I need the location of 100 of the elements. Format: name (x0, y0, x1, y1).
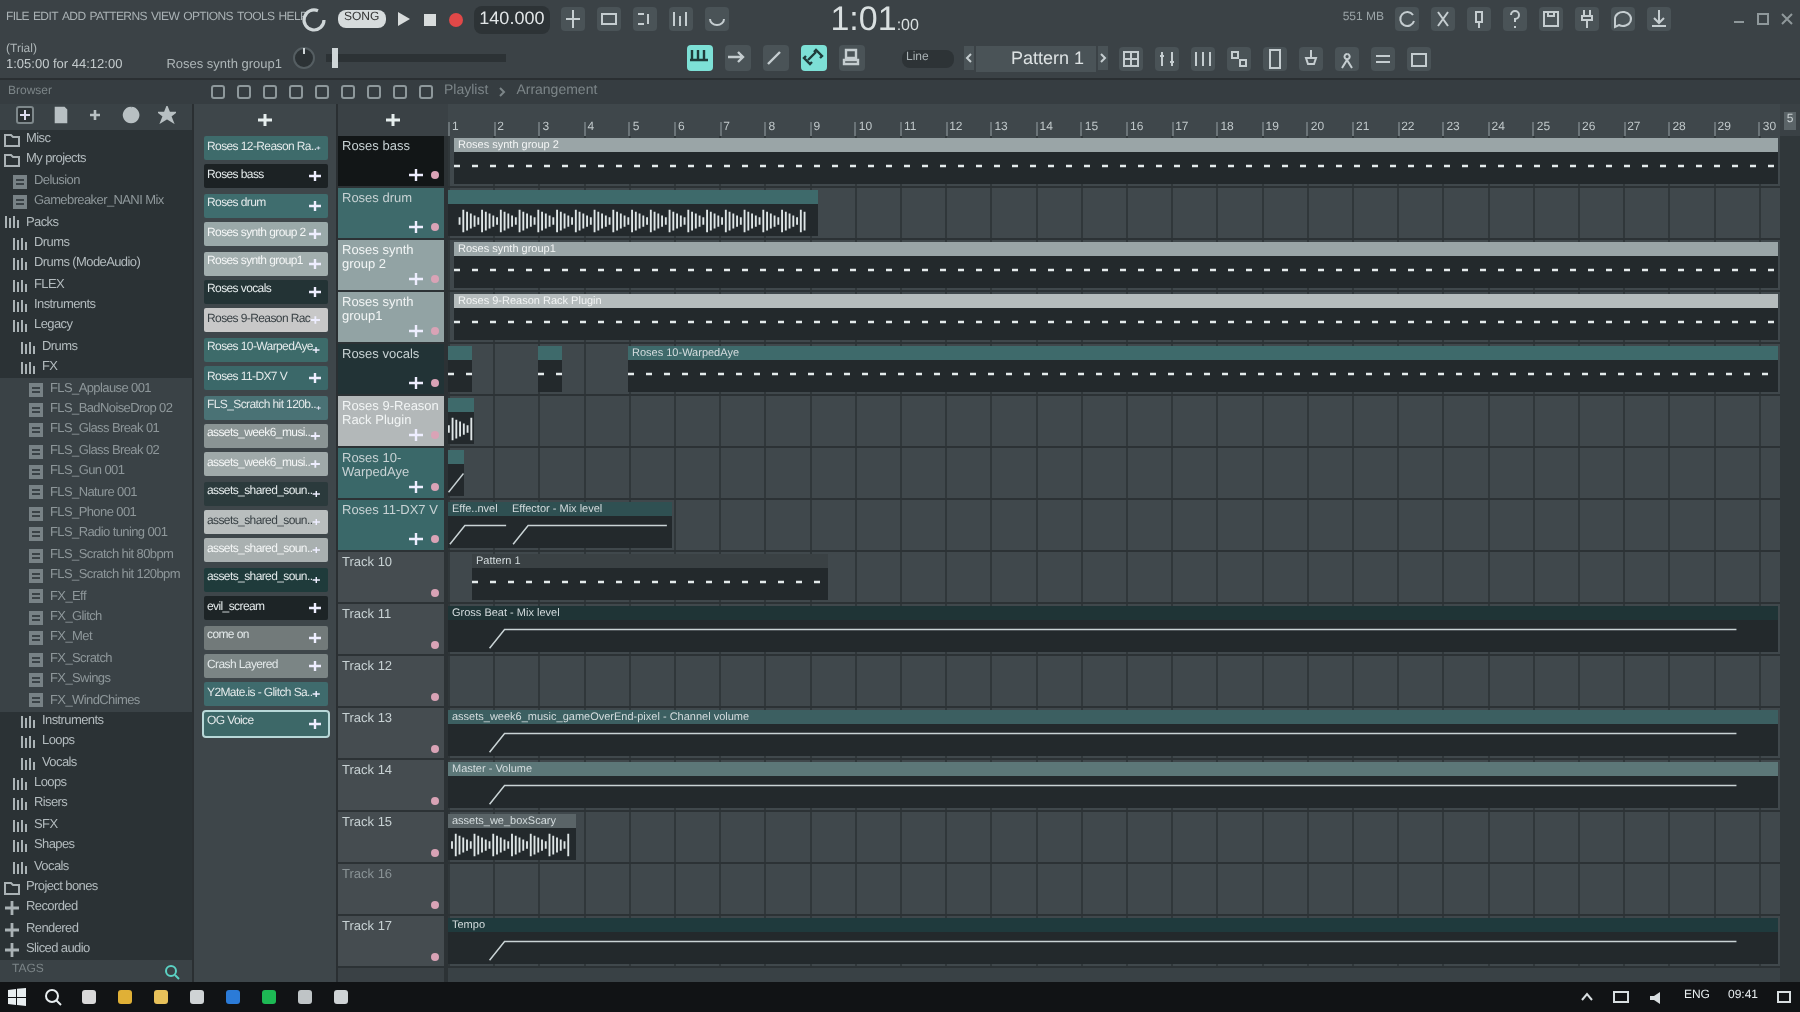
track-button[interactable] (430, 692, 440, 702)
track-button[interactable] (430, 170, 440, 180)
chat-icon[interactable] (1610, 6, 1636, 33)
file-icon (28, 464, 44, 481)
pack-icon (12, 256, 28, 273)
next-icon[interactable] (1098, 46, 1108, 71)
previous-icon[interactable] (964, 46, 974, 71)
plus-icon (4, 900, 20, 917)
refresh-icon[interactable] (1394, 6, 1420, 33)
pack-icon (12, 235, 28, 252)
maximize-icon[interactable] (1756, 12, 1770, 27)
track-button[interactable] (430, 326, 440, 336)
note-drawing (448, 372, 472, 380)
piano-icon[interactable] (686, 44, 714, 73)
pack-icon (12, 277, 28, 294)
close-icon[interactable] (1780, 12, 1794, 27)
plus-icon (312, 487, 321, 500)
waveform-drawing (448, 414, 474, 444)
plus-icon[interactable] (16, 106, 35, 125)
track-button[interactable] (430, 900, 440, 910)
grid-icon[interactable] (1118, 45, 1144, 72)
master-pitch-slider[interactable] (326, 54, 506, 63)
scrollbar[interactable] (1780, 136, 1800, 982)
store-icon[interactable] (188, 988, 206, 1006)
piano-roll-icon[interactable] (1226, 45, 1252, 72)
file-icon (28, 381, 44, 398)
audio-clip[interactable] (448, 190, 818, 236)
notification-icon[interactable] (1776, 989, 1792, 1005)
plus-icon (312, 688, 321, 701)
stamp-icon[interactable] (838, 44, 866, 73)
pack-icon (20, 713, 36, 730)
file-icon (28, 692, 44, 709)
track-button[interactable] (430, 796, 440, 806)
pattern-clip[interactable] (448, 346, 472, 392)
caret-icon[interactable] (1579, 992, 1594, 1002)
music-icon[interactable] (260, 988, 278, 1006)
volume-icon[interactable] (1647, 989, 1666, 1005)
bars-icon[interactable] (668, 6, 695, 33)
microphone-icon[interactable] (1466, 6, 1492, 33)
file-icon (28, 484, 44, 501)
pack-icon (4, 214, 20, 231)
track-button[interactable] (430, 640, 440, 650)
pack-icon (12, 796, 28, 813)
plus-icon (307, 660, 321, 673)
scissors-icon[interactable] (1430, 6, 1456, 33)
file-icon (28, 609, 44, 626)
file-icon (28, 651, 44, 668)
plus-icon (312, 343, 321, 356)
pack-icon (20, 734, 36, 751)
track-button[interactable] (430, 222, 440, 232)
file-icon (28, 422, 44, 439)
tempo-display[interactable]: 140.000 (473, 6, 551, 33)
track-button[interactable] (430, 588, 440, 598)
link-icon[interactable] (800, 44, 828, 73)
track-button[interactable] (430, 744, 440, 754)
track-button[interactable] (430, 482, 440, 492)
toggle-icon[interactable] (1370, 45, 1396, 72)
pack-icon (12, 817, 28, 834)
pattern-selector[interactable]: Pattern 1 (976, 45, 1096, 72)
app-icon[interactable] (332, 988, 350, 1006)
star-icon[interactable] (157, 106, 176, 125)
record-icon[interactable] (447, 11, 464, 28)
folder-icon[interactable] (152, 988, 170, 1006)
document-icon[interactable] (1262, 45, 1288, 72)
plus-icon (307, 602, 321, 615)
stop-icon[interactable] (421, 11, 438, 28)
box-icon[interactable] (1406, 45, 1432, 72)
file-icon (12, 173, 28, 190)
track-button[interactable] (430, 430, 440, 440)
plus-icon (310, 429, 321, 442)
download-icon[interactable] (1646, 6, 1672, 33)
sliders-icon[interactable] (1190, 45, 1216, 72)
help-icon[interactable] (1502, 6, 1528, 33)
file-icon (28, 671, 44, 688)
plus-icon (310, 458, 321, 471)
track-button[interactable] (430, 274, 440, 284)
automation-clip[interactable] (448, 450, 464, 496)
plus-icon (4, 942, 20, 959)
plus-icon (307, 257, 321, 270)
task-view-icon[interactable] (80, 988, 98, 1006)
play-icon[interactable] (395, 10, 412, 29)
save-icon[interactable] (1538, 6, 1564, 33)
pattern-clip[interactable] (538, 346, 562, 392)
track-button[interactable] (430, 952, 440, 962)
track-button[interactable] (430, 848, 440, 858)
plus-icon (4, 921, 20, 938)
track-button[interactable] (430, 534, 440, 544)
file-icon (28, 547, 44, 564)
globe-icon[interactable] (122, 106, 141, 125)
file-icon (28, 443, 44, 460)
note-drawing (538, 372, 562, 380)
network-icon[interactable] (1611, 989, 1630, 1005)
audio-clip[interactable] (448, 398, 474, 444)
person-icon[interactable] (1334, 45, 1360, 72)
browser-icon[interactable] (116, 988, 134, 1006)
pack-icon (12, 775, 28, 792)
pack-icon (12, 297, 28, 314)
track-button[interactable] (430, 378, 440, 388)
mixer-icon[interactable] (1154, 45, 1180, 72)
windows-icon[interactable] (8, 988, 26, 1006)
